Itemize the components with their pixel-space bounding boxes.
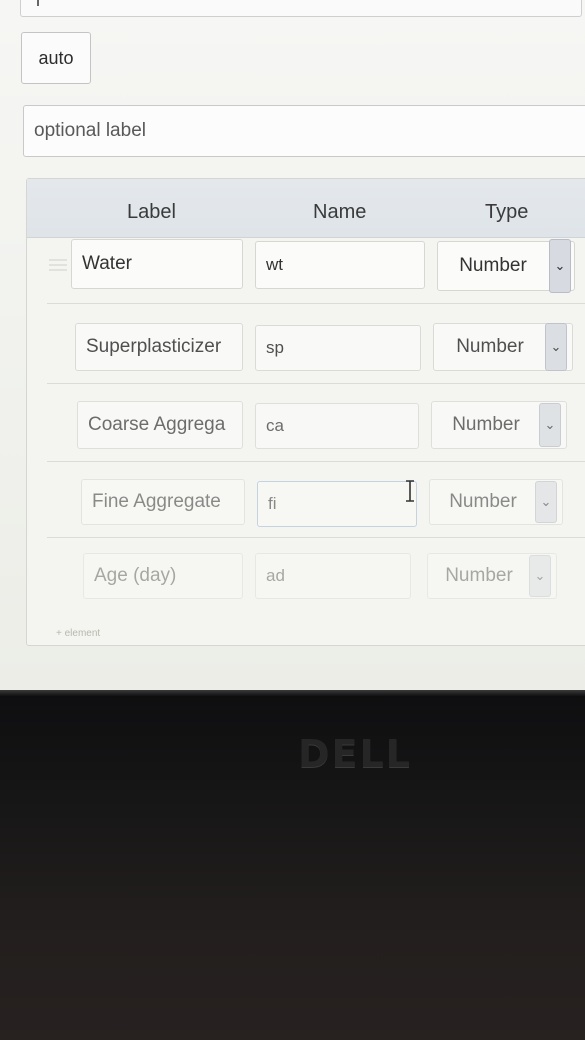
row-divider [47,303,585,304]
dell-logo: DELL [298,732,412,776]
table-row: Fine Aggregate fi Number ⌄ [27,477,585,555]
header-label: Label [127,201,176,223]
chevron-down-icon[interactable]: ⌄ [545,323,567,371]
label-input[interactable]: Superplasticizer [75,323,243,371]
label-input[interactable]: Coarse Aggrega [77,401,243,449]
row-divider [47,537,585,538]
chevron-down-icon[interactable]: ⌄ [539,403,561,447]
table-row: Superplasticizer sp Number ⌄ [27,321,585,399]
table-row: Age (day) ad Number ⌄ [27,551,585,629]
table-header: Label Name Type [27,179,585,238]
header-type: Type [485,201,529,223]
auto-button[interactable]: auto [21,32,91,84]
name-input[interactable]: sp [255,325,421,371]
optional-label-input[interactable]: optional label [23,105,585,157]
fields-table: Label Name Type Water wt Number ⌄ Superp… [26,178,585,646]
name-input[interactable]: ad [255,553,411,599]
text-cursor-icon [406,480,414,502]
chevron-down-icon[interactable]: ⌄ [535,481,557,523]
label-input[interactable]: Age (day) [83,553,243,599]
text-caret [37,0,39,6]
name-input[interactable]: ca [255,403,419,449]
row-divider [47,461,585,462]
top-input-field[interactable] [20,0,582,17]
table-row: Coarse Aggrega ca Number ⌄ [27,399,585,477]
label-input[interactable]: Fine Aggregate [81,479,245,525]
name-input[interactable]: wt [255,241,425,289]
name-input[interactable]: fi [257,481,417,527]
bezel-edge [0,690,585,696]
monitor-bezel: DELL [0,690,585,1040]
drag-handle-icon[interactable] [49,259,67,275]
row-divider [47,383,585,384]
chevron-down-icon[interactable]: ⌄ [549,239,571,293]
add-element-link[interactable]: + element [56,628,100,639]
chevron-down-icon[interactable]: ⌄ [529,555,551,597]
screen: auto optional label Label Name Type Wate… [0,0,585,690]
label-input[interactable]: Water [71,239,243,289]
header-name: Name [313,201,367,223]
